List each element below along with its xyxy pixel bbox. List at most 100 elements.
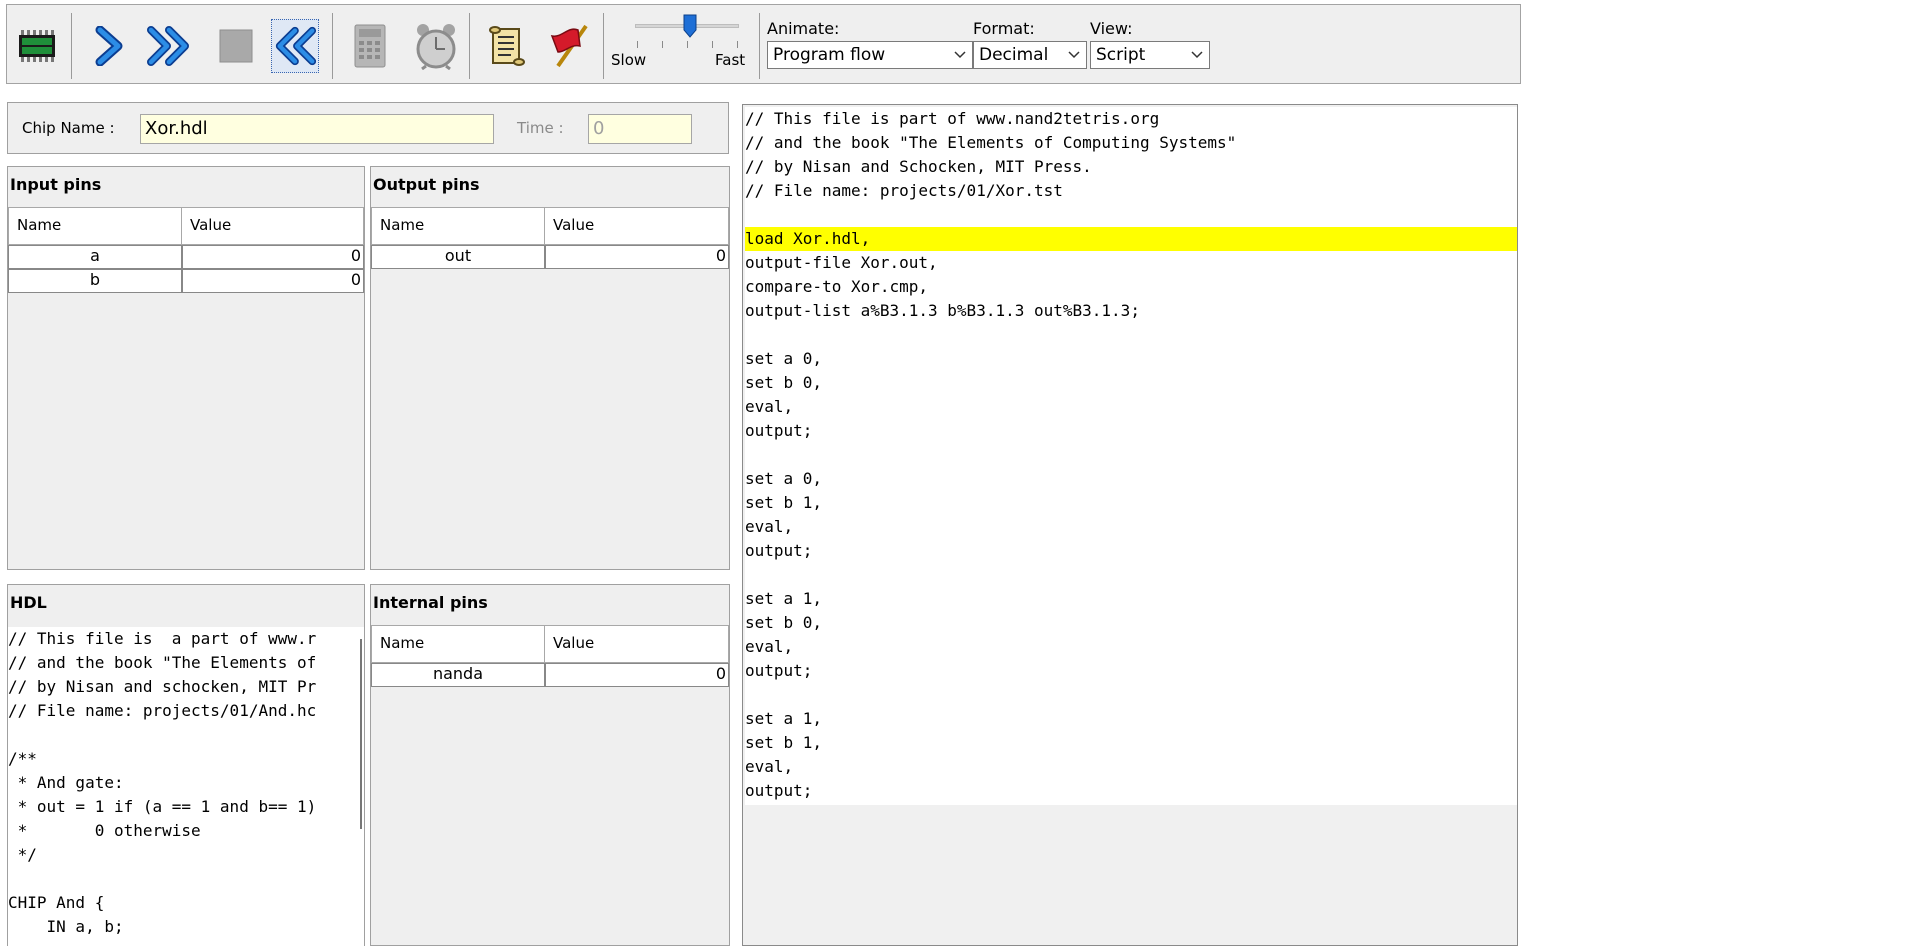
speed-fast-label: Fast: [715, 51, 746, 69]
code-line: // File name: projects/01/Xor.tst: [745, 181, 1063, 200]
code-line: // by Nisan and schocken, MIT Pr: [8, 677, 317, 696]
chip-name-field[interactable]: Xor.hdl: [140, 114, 494, 144]
code-line: output;: [745, 661, 813, 680]
code-line: set b 0,: [745, 373, 823, 392]
code-line: set b 1,: [745, 733, 823, 752]
format-label: Format:: [973, 19, 1035, 38]
toolbar: Slow Fast Animate: Program flow Format: …: [6, 4, 1521, 84]
chevron-down-icon: [1191, 51, 1203, 59]
breakpoints-button[interactable]: [547, 19, 595, 73]
speed-slider-thumb[interactable]: [683, 14, 697, 38]
code-line: */: [8, 845, 37, 864]
chevron-down-icon: [954, 51, 966, 59]
format-select[interactable]: Decimal: [973, 41, 1087, 69]
output-pins-header: Name Value: [371, 207, 729, 245]
pin-value: 0: [545, 245, 729, 269]
current-command-line: load Xor.hdl,: [745, 227, 1517, 251]
table-row[interactable]: a 0: [8, 245, 364, 269]
code-line: set a 1,: [745, 709, 823, 728]
double-chevron-left-icon: [275, 26, 317, 66]
output-pins-title: Output pins: [373, 175, 480, 194]
code-line: output;: [745, 781, 813, 800]
script-code-area[interactable]: // This file is part of www.nand2tetris.…: [745, 107, 1517, 805]
view-select-value: Script: [1096, 45, 1146, 65]
output-pins-col-name: Name: [372, 208, 545, 244]
pin-value[interactable]: 0: [182, 245, 364, 269]
pin-name: a: [8, 245, 182, 269]
code-line: * And gate:: [8, 773, 124, 792]
run-button[interactable]: [145, 19, 193, 73]
code-line: set a 0,: [745, 349, 823, 368]
chip-info-panel: Chip Name : Xor.hdl Time : 0: [7, 102, 729, 154]
internal-pins-header: Name Value: [371, 625, 729, 663]
code-line: CHIP And {: [8, 893, 105, 912]
eval-button[interactable]: [347, 19, 395, 73]
table-row[interactable]: b 0: [8, 269, 364, 293]
hdl-scrollbar[interactable]: [352, 627, 364, 947]
chevron-right-icon: [95, 26, 123, 66]
load-script-button[interactable]: [483, 19, 531, 73]
code-line: IN a, b;: [8, 917, 124, 936]
table-row[interactable]: nanda 0: [371, 663, 729, 687]
output-pins-col-value: Value: [553, 216, 595, 234]
code-line: output-file Xor.out,: [745, 253, 938, 272]
reset-button[interactable]: [271, 19, 319, 73]
hdl-panel: HDL // This file is a part of www.r // an…: [7, 584, 365, 947]
single-step-button[interactable]: [85, 19, 133, 73]
alarm-clock-icon: [416, 24, 456, 70]
table-row[interactable]: out 0: [371, 245, 729, 269]
input-pins-panel: Input pins Name Value a 0 b 0: [7, 166, 365, 570]
code-line: compare-to Xor.cmp,: [745, 277, 929, 296]
pin-value: 0: [545, 663, 729, 687]
input-pins-header: Name Value: [8, 207, 364, 245]
pin-name: out: [371, 245, 545, 269]
stop-button[interactable]: [212, 19, 260, 73]
pin-name: nanda: [371, 663, 545, 687]
view-label: View:: [1090, 19, 1133, 38]
load-chip-button[interactable]: [13, 19, 61, 73]
animate-select[interactable]: Program flow: [767, 41, 973, 69]
view-select[interactable]: Script: [1090, 41, 1210, 69]
internal-pins-panel: Internal pins Name Value nanda 0: [370, 584, 730, 946]
calculator-icon: [354, 24, 386, 68]
internal-pins-title: Internal pins: [373, 593, 488, 612]
chip-name-label: Chip Name :: [22, 119, 115, 137]
input-pins-col-value: Value: [190, 216, 232, 234]
stop-icon: [219, 29, 253, 63]
code-line: eval,: [745, 637, 794, 656]
internal-pins-col-name: Name: [372, 626, 545, 662]
time-label: Time :: [517, 119, 564, 137]
code-line: // and the book "The Elements of Computi…: [745, 133, 1237, 152]
script-panel: // This file is part of www.nand2tetris.…: [742, 104, 1518, 946]
code-line: * out = 1 if (a == 1 and b== 1): [8, 797, 317, 816]
code-line: // This file is part of www.nand2tetris.…: [745, 109, 1160, 128]
code-line: // and the book "The Elements of: [8, 653, 317, 672]
time-field: 0: [588, 114, 692, 144]
code-line: output-list a%B3.1.3 b%B3.1.3 out%B3.1.3…: [745, 301, 1140, 320]
code-line: /**: [8, 749, 37, 768]
internal-pins-col-value: Value: [553, 634, 595, 652]
pin-value[interactable]: 0: [182, 269, 364, 293]
double-chevron-right-icon: [147, 26, 189, 66]
clock-button[interactable]: [412, 19, 460, 73]
code-line: eval,: [745, 757, 794, 776]
chevron-down-icon: [1068, 51, 1080, 59]
input-pins-col-name: Name: [9, 208, 182, 244]
code-line: set a 1,: [745, 589, 823, 608]
format-select-value: Decimal: [979, 45, 1049, 65]
code-line: eval,: [745, 397, 794, 416]
code-line: output;: [745, 541, 813, 560]
hdl-scrollbar-thumb[interactable]: [360, 639, 362, 829]
code-line: // File name: projects/01/And.hc: [8, 701, 317, 720]
code-line: // This file is a part of www.r: [8, 629, 317, 648]
chip-icon: [19, 30, 55, 62]
scroll-icon: [489, 26, 525, 66]
hdl-code-area[interactable]: // This file is a part of www.r // and th…: [8, 627, 352, 947]
